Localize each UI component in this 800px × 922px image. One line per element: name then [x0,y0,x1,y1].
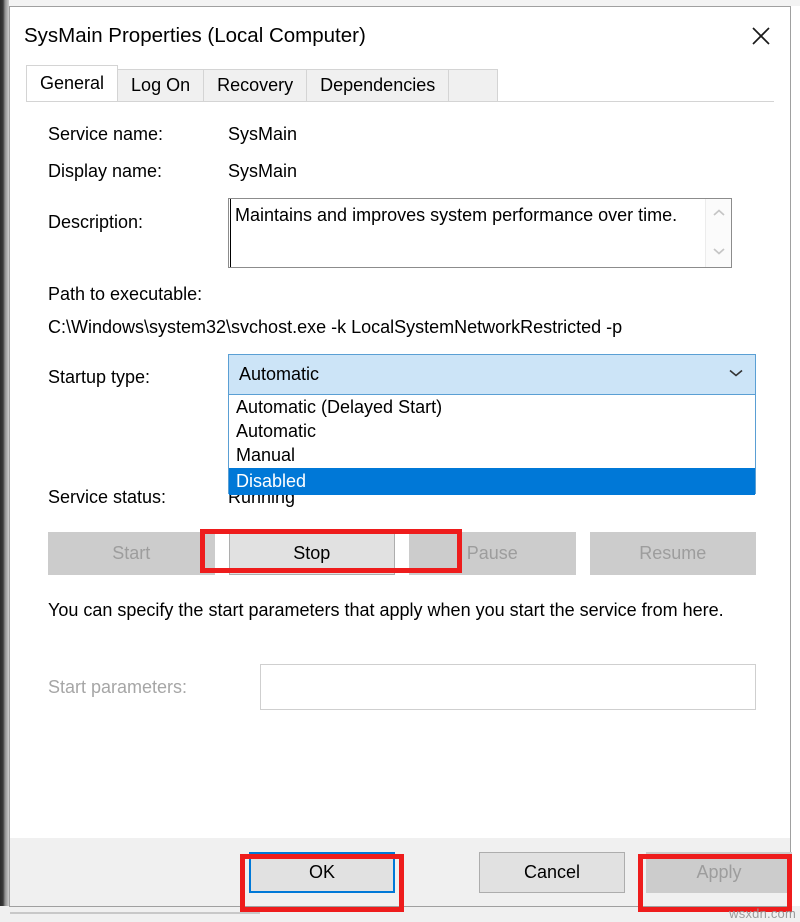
tab-dependencies[interactable]: Dependencies [307,70,449,101]
path-to-executable-value: C:\Windows\system32\svchost.exe -k Local… [48,317,622,338]
apply-button[interactable]: Apply [646,852,792,893]
chevron-down-icon[interactable] [711,243,727,261]
startup-type-label: Startup type: [48,367,150,388]
tab-log-on[interactable]: Log On [118,70,204,101]
service-status-label: Service status: [48,487,166,508]
dropdown-option-manual[interactable]: Manual [229,444,755,468]
service-properties-dialog: SysMain Properties (Local Computer) Gene… [9,6,791,907]
pause-button[interactable]: Pause [409,532,576,575]
watermark: wsxdn.com [729,906,796,921]
stop-button[interactable]: Stop [229,532,396,575]
dropdown-option-disabled[interactable]: Disabled [229,468,755,495]
dialog-title: SysMain Properties (Local Computer) [24,24,366,48]
startup-type-dropdown-list[interactable]: Automatic (Delayed Start) Automatic Manu… [228,395,756,494]
backdrop-bottom-edge [0,906,800,922]
dropdown-option-automatic[interactable]: Automatic [229,420,755,444]
title-bar: SysMain Properties (Local Computer) [10,7,790,65]
start-parameters-input[interactable] [260,664,756,710]
description-label: Description: [48,212,143,233]
tab-recovery[interactable]: Recovery [204,70,307,101]
start-parameters-label: Start parameters: [48,677,187,698]
cancel-button[interactable]: Cancel [479,852,625,893]
close-icon[interactable] [732,11,790,61]
general-tab-panel: Service name: SysMain Display name: SysM… [26,101,774,838]
chevron-down-icon[interactable] [727,366,745,384]
resume-button[interactable]: Resume [590,532,757,575]
backdrop-left-edge [0,0,9,922]
path-to-executable-label: Path to executable: [48,284,202,305]
service-control-buttons: Start Stop Pause Resume [48,532,756,575]
tab-general[interactable]: General [26,65,118,101]
startup-type-selected-value: Automatic [239,364,319,385]
service-name-label: Service name: [48,124,163,145]
dialog-footer: OK Cancel Apply [10,838,790,906]
tab-strip: General Log On Recovery Dependencies [10,65,790,101]
service-name-value: SysMain [228,124,297,145]
start-parameters-helper-text: You can specify the start parameters tha… [48,597,748,624]
description-field[interactable]: Maintains and improves system performanc… [228,198,732,268]
display-name-value: SysMain [228,161,297,182]
ok-button[interactable]: OK [249,852,395,893]
description-scrollbar[interactable] [705,199,731,267]
description-value: Maintains and improves system performanc… [230,199,705,267]
display-name-label: Display name: [48,161,162,182]
tab-list: General Log On Recovery Dependencies [26,65,449,101]
startup-type-combobox[interactable]: Automatic [228,354,756,395]
chevron-up-icon[interactable] [711,205,727,223]
start-button[interactable]: Start [48,532,215,575]
dropdown-option-automatic-delayed[interactable]: Automatic (Delayed Start) [229,396,755,420]
